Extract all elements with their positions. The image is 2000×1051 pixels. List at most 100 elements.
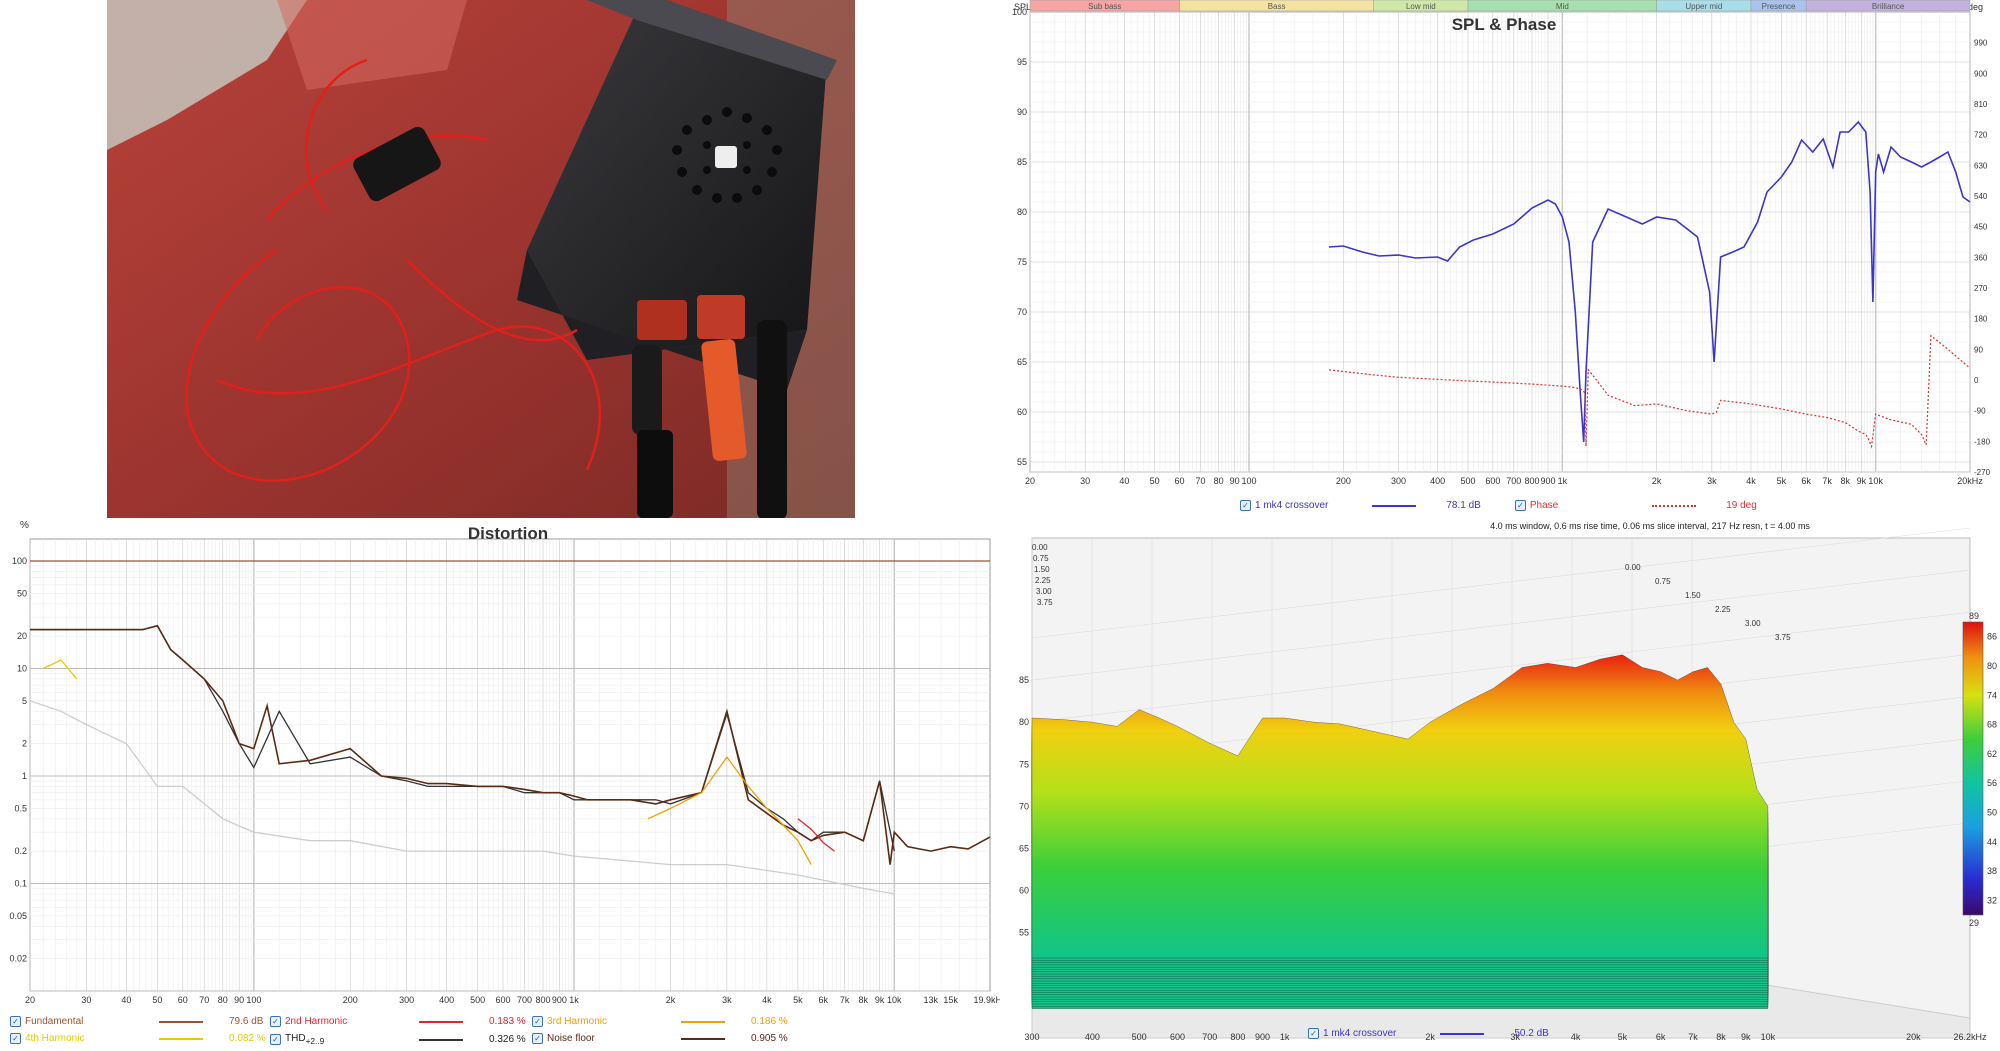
time-tick-label-left: 3.00 <box>1036 587 1052 596</box>
spl-phase-chart: SPL deg Sub bass Bass Low mid Mid Upper mid P… <box>1010 0 2000 518</box>
x-tick-label: 26.2kHz <box>1953 1032 1987 1042</box>
time-tick-label-right: 3.00 <box>1745 619 1761 628</box>
colorbar-tick: 50 <box>1987 807 1997 817</box>
y-tick-label: 100 <box>1012 7 1027 17</box>
legend-label: 3rd Harmonic <box>547 1016 608 1027</box>
waterfall-legend-row: ✓ 1 mk4 crossover 50.2 dB <box>1308 1028 1549 1039</box>
colorbar-tick: 56 <box>1987 778 1997 788</box>
spl-phase-plot: SPL deg Sub bass Bass Low mid Mid Upper mid P… <box>1012 0 1991 486</box>
waterfall-series-checkbox[interactable]: ✓ <box>1308 1028 1319 1039</box>
band-label: Presence <box>1762 2 1796 11</box>
time-tick-label-left: 2.25 <box>1035 576 1051 585</box>
y-tick-label: 70 <box>1019 801 1029 811</box>
amplifier-photo-illustration <box>107 0 855 518</box>
x-tick-label: 700 <box>1202 1032 1217 1042</box>
distortion-chart: % 20 30 40 50 60 70 80 90 100 1k 200 300 400 500 600 70… <box>0 518 1007 1046</box>
time-tick-label-right: 2.25 <box>1715 605 1731 614</box>
x-tick-label: 7k <box>840 995 850 1005</box>
legend-swatch <box>159 1020 203 1023</box>
colorbar-gradient <box>1962 621 1984 916</box>
legend-checkbox[interactable]: ✓ <box>10 1016 21 1027</box>
legend-checkbox[interactable]: ✓ <box>532 1033 543 1044</box>
spl-series-swatch <box>1372 504 1417 507</box>
phase-series-checkbox[interactable]: ✓ <box>1514 500 1526 511</box>
colorbar-tick: 38 <box>1987 866 1997 876</box>
waterfall-chart: 300 400 500 600 700 800 900 1k 2k 3k 4k 5k 6k 7k 8k 9k 1… <box>1010 518 2000 1046</box>
x-tick-label: 60 <box>178 995 188 1005</box>
y-tick-label: 5 <box>22 696 27 706</box>
legend-label: THD+2..9 <box>285 1033 325 1046</box>
distortion-plot-area <box>29 538 991 992</box>
x-tick-label: 20 <box>25 995 35 1005</box>
y2-tick-label: 270 <box>1974 284 1988 293</box>
x-tick-label: 1k <box>1280 1032 1290 1042</box>
time-tick-label-right: 0.00 <box>1625 563 1641 572</box>
x-tick-label: 800 <box>536 995 551 1005</box>
x-tick-label: 3k <box>1707 476 1717 486</box>
x-tick-label: 3k <box>722 995 732 1005</box>
y-tick-label: 10 <box>17 664 27 674</box>
x-tick-label: 600 <box>1170 1032 1185 1042</box>
x-tick-label: 400 <box>439 995 454 1005</box>
distortion-legend-item: ✓ 3rd Harmonic 0.186 % <box>532 1016 788 1027</box>
x-tick-label: 900 <box>1255 1032 1270 1042</box>
x-tick-label: 500 <box>470 995 485 1005</box>
colorbar-min-label: 29 <box>1969 918 1979 928</box>
y-tick-label: 60 <box>1017 407 1027 417</box>
y2-tick-label: 360 <box>1974 253 1988 262</box>
y2-tick-label: 180 <box>1974 315 1988 324</box>
band-label: Sub bass <box>1088 2 1121 11</box>
legend-value: 0.186 % <box>751 1016 788 1027</box>
x-tick-label: 15k <box>943 995 958 1005</box>
legend-checkbox[interactable]: ✓ <box>10 1033 21 1044</box>
legend-label: Noise floor <box>547 1033 595 1044</box>
x-tick-label: 4k <box>762 995 772 1005</box>
x-tick-label: 5k <box>1618 1032 1628 1042</box>
y-tick-label: 60 <box>1019 886 1029 896</box>
x-tick-label: 400 <box>1085 1032 1100 1042</box>
spl-series-value: 78.1 dB <box>1446 500 1481 511</box>
x-tick-label: 300 <box>1024 1032 1039 1042</box>
colorbar-tick: 68 <box>1987 720 1997 730</box>
y-tick-label: 0.1 <box>14 879 27 889</box>
y-tick-label: 75 <box>1017 257 1027 267</box>
distortion-plot: % 20 30 40 50 60 70 80 90 100 1k200 300 400 500 600 70… <box>9 520 1007 1005</box>
distortion-legend-item: ✓ 4th Harmonic 0.082 % <box>10 1033 266 1044</box>
y-tick-label: 65 <box>1017 357 1027 367</box>
x-tick-label: 19.9kHz <box>973 995 1000 1005</box>
distortion-legend-item: ✓ Fundamental 79.6 dB <box>10 1016 263 1027</box>
legend-checkbox[interactable]: ✓ <box>270 1034 281 1045</box>
y2-tick-label: 0 <box>1974 376 1979 385</box>
legend-swatch <box>681 1037 725 1040</box>
spl-series-checkbox[interactable]: ✓ <box>1240 500 1251 511</box>
x-tick-label: 70 <box>199 995 209 1005</box>
y-tick-label: 20 <box>17 631 27 641</box>
x-tick-label: 600 <box>1485 476 1500 486</box>
y2-tick-label: 900 <box>1974 69 1988 78</box>
colorbar-tick: 80 <box>1987 661 1997 671</box>
x-tick-label: 400 <box>1430 476 1445 486</box>
y-tick-label: 0.02 <box>9 954 27 964</box>
colorbar-tick: 86 <box>1987 632 1997 642</box>
x-tick-label: 9k <box>1857 476 1867 486</box>
waterfall-series-value: 50.2 dB <box>1514 1028 1549 1039</box>
x-tick-label: 8k <box>859 995 869 1005</box>
x-tick-label: 30 <box>1080 476 1090 486</box>
legend-swatch <box>419 1038 463 1041</box>
x-tick-label: 100 <box>246 995 261 1005</box>
x-tick-label: 1k <box>569 995 579 1005</box>
x-tick-label: 50 <box>152 995 162 1005</box>
x-tick-label: 100 <box>1241 476 1256 486</box>
waterfall-info-text: 4.0 ms window, 0.6 ms rise time, 0.06 ms… <box>1490 521 1810 531</box>
y-tick-label: 70 <box>1017 307 1027 317</box>
legend-label: 4th Harmonic <box>25 1033 85 1044</box>
legend-value: 0.082 % <box>229 1033 266 1044</box>
x-tick-label: 200 <box>1336 476 1351 486</box>
colorbar: 32 38 44 50 56 62 68 74 80 86 89 29 <box>1962 611 1997 928</box>
legend-checkbox[interactable]: ✓ <box>270 1016 281 1027</box>
band-label: Bass <box>1268 2 1286 11</box>
legend-checkbox[interactable]: ✓ <box>532 1016 543 1027</box>
y2-tick-label: 540 <box>1974 192 1988 201</box>
y-tick-label: 65 <box>1019 844 1029 854</box>
distortion-legend-item: ✓ THD+2..9 0.326 % <box>270 1033 526 1046</box>
